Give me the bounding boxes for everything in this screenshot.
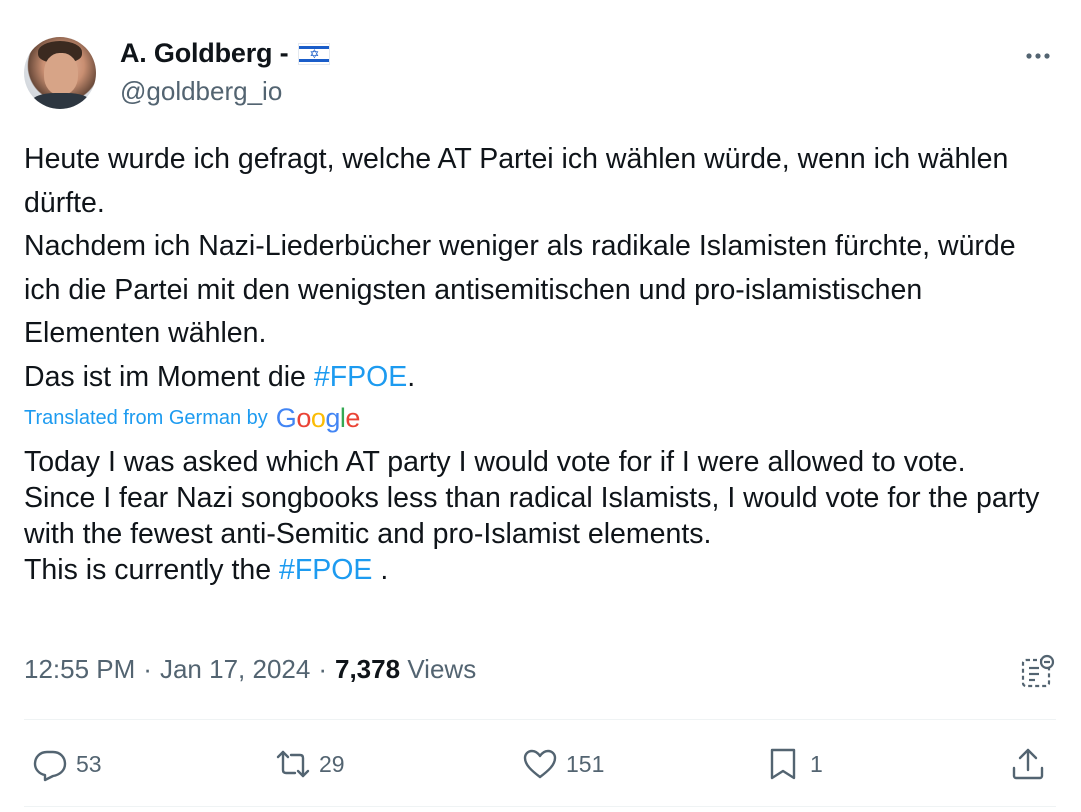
analytics-icon[interactable] [1020, 654, 1056, 690]
bookmark-count: 1 [810, 750, 823, 777]
post-line: Heute wurde ich gefragt, welche AT Parte… [24, 143, 1009, 219]
post-meta: 12:55 PM · Jan 17, 2024 · 7,378 Views [24, 654, 476, 685]
views-label: Views [407, 654, 477, 684]
author-name-row[interactable]: A. Goldberg - ✡ [120, 38, 331, 69]
bookmark-icon [770, 748, 796, 780]
post-line-tail: . [407, 360, 416, 393]
views: 7,378 Views [335, 654, 476, 685]
post-time[interactable]: 12:55 PM [24, 654, 135, 685]
views-count: 7,378 [335, 654, 401, 684]
translation-line-text: This is currently the [24, 554, 279, 586]
meta-separator: · [143, 654, 152, 684]
like-icon [523, 749, 557, 779]
post-line-last: Das ist im Moment die #FPOE. [24, 356, 1059, 400]
flag-israel-icon: ✡ [298, 42, 331, 65]
tweet: A. Goldberg - ✡ @goldberg_io Heute wurde… [0, 0, 1081, 812]
more-icon[interactable] [1022, 40, 1054, 72]
divider [24, 719, 1056, 720]
divider-bottom [24, 806, 1056, 807]
like-button[interactable]: 151 [522, 745, 604, 783]
google-logo: Google [275, 403, 361, 433]
post-line: Nachdem ich Nazi-Liederbücher weniger al… [24, 230, 1016, 350]
hashtag-link[interactable]: #FPOE [279, 554, 372, 586]
share-icon [1012, 748, 1044, 780]
post-date[interactable]: Jan 17, 2024 [160, 654, 310, 685]
avatar-face [44, 53, 78, 95]
post-text-translation: Today I was asked which AT party I would… [24, 444, 1059, 588]
flag-star: ✡ [309, 46, 320, 61]
translation-line-last: This is currently the #FPOE . [24, 552, 1059, 588]
bookmark-button[interactable]: 1 [766, 745, 823, 783]
translation-line: Today I was asked which AT party I would… [24, 446, 966, 478]
repost-icon [276, 750, 310, 778]
translated-from-label[interactable]: Translated from German by Google [24, 403, 360, 433]
translation-line-tail: . [372, 554, 389, 586]
reply-button[interactable]: 53 [32, 745, 102, 783]
author-handle[interactable]: @goldberg_io [120, 76, 282, 107]
share-button[interactable] [1010, 745, 1046, 783]
meta-separator: · [318, 654, 327, 684]
post-line-text: Das ist im Moment die [24, 360, 314, 393]
reply-icon [33, 750, 67, 782]
repost-button[interactable]: 29 [275, 745, 345, 783]
like-count: 151 [566, 750, 605, 777]
translation-line: Since I fear Nazi songbooks less than ra… [24, 482, 1040, 550]
repost-count: 29 [319, 750, 345, 777]
post-text-original: Heute wurde ich gefragt, welche AT Parte… [24, 138, 1059, 400]
hashtag-link[interactable]: #FPOE [314, 361, 407, 393]
avatar[interactable] [24, 37, 96, 109]
avatar-collar [32, 93, 90, 109]
translated-label-text[interactable]: Translated from German by [24, 407, 268, 430]
display-name[interactable]: A. Goldberg - [120, 38, 289, 69]
reply-count: 53 [76, 750, 102, 777]
